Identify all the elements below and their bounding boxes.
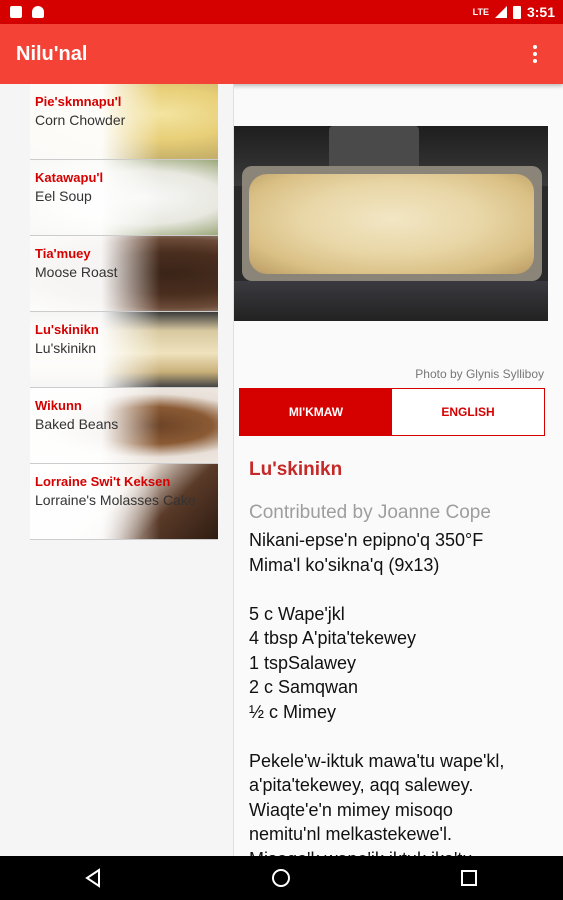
recipe-item-baked-beans[interactable]: Wikunn Baked Beans <box>30 388 218 464</box>
recipe-english-name: Corn Chowder <box>35 112 126 128</box>
recipe-title: Lu'skinikn <box>249 459 343 480</box>
recipe-photo <box>234 126 548 321</box>
recipe-english-name: Baked Beans <box>35 416 119 432</box>
recipe-line: nemitu'nl melkastekewe'l. <box>249 824 452 844</box>
photo-credit: Photo by Glynis Sylliboy <box>415 367 544 381</box>
recipe-mikmaw-name: Lorraine Swi't Keksen <box>35 474 171 489</box>
recipe-line: a'pita'tekewey, aqq salewey. <box>249 775 474 795</box>
recipe-sidebar: Pie'skmnapu'l Corn Chowder Katawapu'l Ee… <box>0 84 234 856</box>
signal-icon <box>494 6 507 18</box>
navigation-bar <box>0 856 563 900</box>
recipe-line: Pekele'w-iktuk mawa'tu wape'kl, <box>249 750 505 771</box>
recipe-mikmaw-name: Tia'muey <box>35 246 91 261</box>
recipe-line: Mima'l ko'sikna'q (9x13) <box>249 554 440 575</box>
recipe-english-name: Moose Roast <box>35 264 118 280</box>
recipe-line: Nikani-epse'n epipno'q 350°F <box>249 530 484 550</box>
clock: 3:51 <box>526 4 555 20</box>
recipe-item-corn-chowder[interactable]: Pie'skmnapu'l Corn Chowder <box>30 84 218 160</box>
network-label: LTE <box>472 7 489 17</box>
notification-icon <box>10 6 22 18</box>
recipe-item-eel-soup[interactable]: Katawapu'l Eel Soup <box>30 160 218 236</box>
tab-mikmaw[interactable]: MI'KMAW <box>240 389 392 435</box>
app-bar: Nilu'nal <box>0 24 563 84</box>
recipe-english-name: Lu'skinikn <box>35 340 97 356</box>
language-tabs: MI'KMAW ENGLISH <box>239 388 545 436</box>
android-icon <box>32 6 44 18</box>
status-bar: LTE 3:51 <box>0 0 563 24</box>
recipe-mikmaw-name: Katawapu'l <box>35 170 104 185</box>
recipe-item-molasses-cake[interactable]: Lorraine Swi't Keksen Lorraine's Molasse… <box>30 464 218 540</box>
recipe-detail: Photo by Glynis Sylliboy MI'KMAW ENGLISH… <box>234 84 563 856</box>
recipe-contributor: Contributed by Joanne Cope <box>249 502 491 523</box>
recipe-english-name: Eel Soup <box>35 188 92 204</box>
recents-icon <box>461 870 478 886</box>
home-button[interactable] <box>259 856 303 900</box>
recipe-line <box>249 577 549 602</box>
app-title: Nilu'nal <box>16 42 88 65</box>
recipe-line: Wiaqte'e'n mimey misoqo <box>249 799 453 820</box>
recipe-mikmaw-name: Pie'skmnapu'l <box>35 94 122 109</box>
home-icon <box>272 869 291 887</box>
recipe-line: ½ c Mimey <box>249 701 337 722</box>
recipe-line: 1 tspSalawey <box>249 652 357 673</box>
recipe-line <box>249 724 549 749</box>
tab-english[interactable]: ENGLISH <box>392 389 544 435</box>
recipe-item-luskinikn[interactable]: Lu'skinikn Lu'skinikn <box>30 312 218 388</box>
recipe-mikmaw-name: Lu'skinikn <box>35 322 99 337</box>
recipe-list: Pie'skmnapu'l Corn Chowder Katawapu'l Ee… <box>30 84 218 540</box>
recipe-line: 4 tbsp A'pita'tekewey <box>249 628 416 648</box>
back-icon <box>85 868 100 888</box>
back-button[interactable] <box>72 856 116 900</box>
recents-button[interactable] <box>447 856 491 900</box>
recipe-mikmaw-name: Wikunn <box>35 398 82 413</box>
recipe-line: 5 c Wape'jkl <box>249 603 345 624</box>
recipe-line: 2 c Samqwan <box>249 677 359 697</box>
recipe-line: Misoqo'k wape'jk iktuk ika'tu <box>249 847 549 857</box>
battery-icon <box>512 5 521 19</box>
recipe-item-moose-roast[interactable]: Tia'muey Moose Roast <box>30 236 218 312</box>
recipe-body: Nikani-epse'n epipno'q 350°F Mima'l ko's… <box>249 528 549 856</box>
overflow-menu-icon[interactable] <box>515 34 555 74</box>
recipe-english-name: Lorraine's Molasses Cake <box>35 492 196 508</box>
